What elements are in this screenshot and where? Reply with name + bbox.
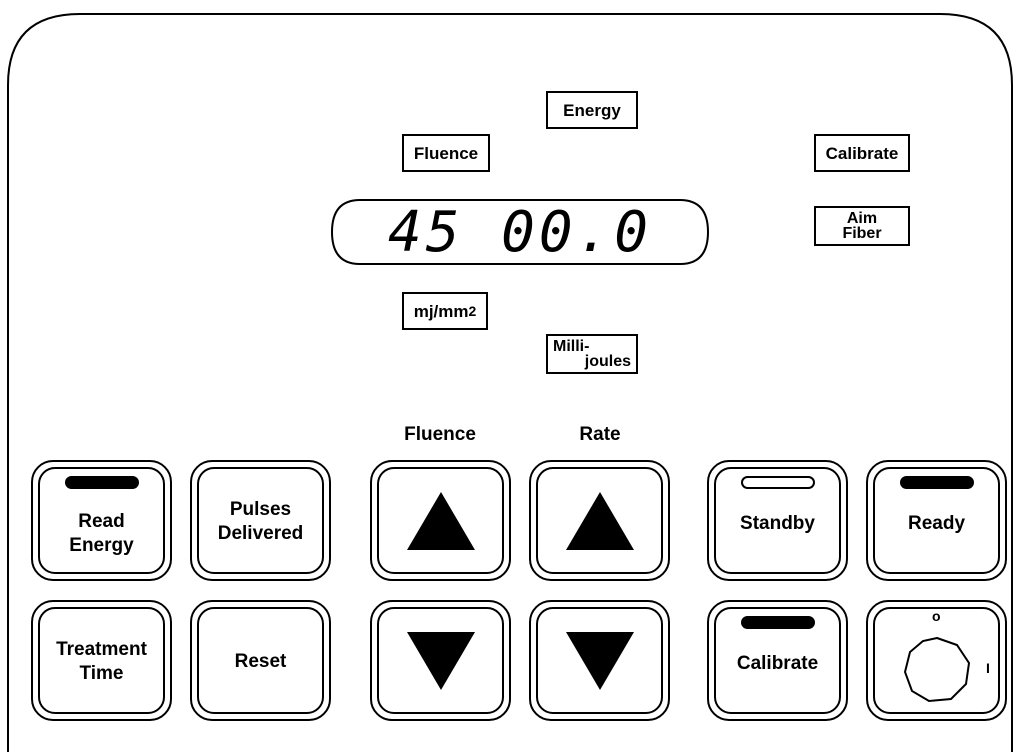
standby-led [740,476,815,489]
fluence-up-button[interactable] [370,460,511,581]
aim-fiber-indicator: Aim Fiber [814,206,910,246]
power-on-mark: I [986,660,990,676]
millijoules-line1: Milli- [553,338,590,355]
mj-mm2-superscript: 2 [468,303,477,319]
triangle-down-icon [565,631,634,690]
read-energy-label: Read Energy [33,510,170,558]
ready-button[interactable]: Ready [866,460,1007,581]
ready-led [899,476,974,489]
rate-column-label: Rate [579,424,621,445]
calibrate-label: Calibrate [736,653,819,674]
calibrate-indicator: Calibrate [814,134,910,172]
read-energy-line2: Energy [69,535,134,556]
calibrate-button[interactable]: Calibrate [707,600,848,721]
aim-fiber-line2: Fiber [842,225,882,242]
energy-indicator: Energy [546,91,638,129]
ready-label: Ready [907,513,966,534]
energy-indicator-label: Energy [563,100,621,120]
power-knob-icon[interactable] [904,637,970,703]
read-energy-button[interactable]: Read Energy [31,460,172,581]
millijoules-line2: joules [584,353,631,370]
digital-display: 45 00.0 [330,198,710,266]
pulses-delivered-line1: Pulses [229,499,292,520]
power-off-mark: o [932,608,941,624]
treatment-time-button[interactable]: Treatment Time [31,600,172,721]
fluence-indicator-label: Fluence [413,143,479,163]
read-energy-led [64,476,139,489]
millijoules-indicator: Milli- joules [546,334,638,374]
treatment-time-label: Treatment Time [33,638,170,686]
read-energy-line1: Read [78,511,125,532]
mj-mm2-label: mj/mm [413,301,469,321]
reset-label: Reset [234,651,287,672]
fluence-down-button[interactable] [370,600,511,721]
standby-button[interactable]: Standby [707,460,848,581]
aim-fiber-line1: Aim [846,210,878,227]
treatment-time-line2: Time [79,663,124,684]
calibrate-indicator-label: Calibrate [825,143,899,163]
pulses-delivered-label: Pulses Delivered [192,498,329,546]
display-readout: 45 00.0 [387,199,652,265]
fluence-indicator: Fluence [402,134,490,172]
standby-label: Standby [740,513,815,534]
pulses-delivered-button[interactable]: Pulses Delivered [190,460,331,581]
rate-down-button[interactable] [529,600,670,721]
treatment-time-line1: Treatment [56,639,147,660]
triangle-up-icon [565,491,634,550]
triangle-down-icon [406,631,475,690]
reset-button[interactable]: Reset [190,600,331,721]
fluence-column-label: Fluence [404,424,476,445]
mj-mm2-indicator: mj/mm 2 [402,292,488,330]
calibrate-led [740,616,815,629]
rate-up-button[interactable] [529,460,670,581]
power-switch[interactable]: o I [866,600,1007,721]
pulses-delivered-line2: Delivered [217,523,304,544]
triangle-up-icon [406,491,475,550]
